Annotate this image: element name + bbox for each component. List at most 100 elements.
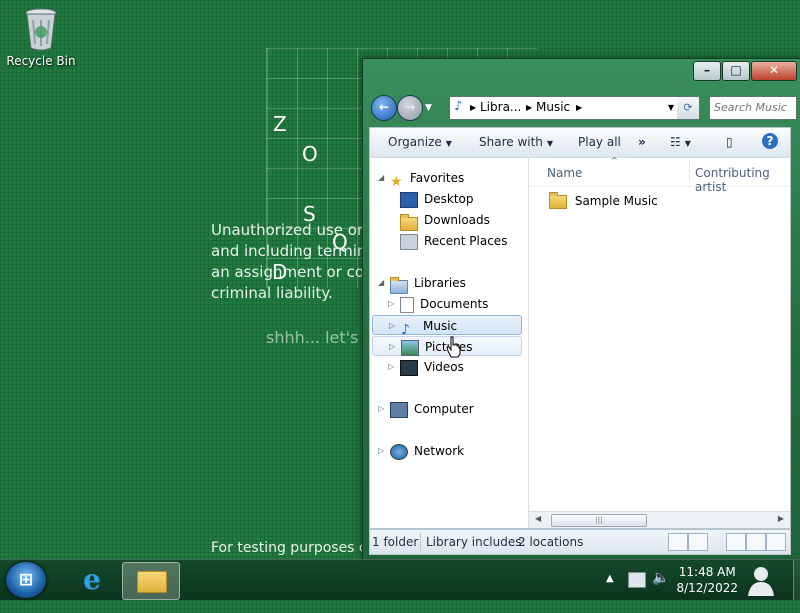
expand-triangle-icon[interactable]: ▷ (378, 441, 384, 461)
breadcrumb-arrow-icon[interactable]: ▶ (526, 103, 532, 112)
command-bar: Organize ▼ Share with ▼ Play all » ☷ ▼ ▯ ? (369, 127, 791, 158)
more-commands-button[interactable]: » (638, 135, 646, 149)
window-layout-button[interactable] (766, 533, 786, 551)
minimize-icon: – (704, 63, 710, 77)
breadcrumb-arrow-icon[interactable]: ▶ (576, 103, 582, 112)
details-view-button[interactable] (668, 533, 688, 551)
message-line: Unauthorized use or c (211, 221, 377, 239)
documents-icon (400, 296, 414, 313)
play-all-button[interactable]: Play all (578, 135, 621, 149)
horizontal-scrollbar[interactable]: ◀ ||| ▶ (529, 511, 790, 528)
videos-icon (400, 359, 418, 376)
nav-videos-label: Videos (424, 360, 464, 374)
expand-triangle-icon[interactable]: ▷ (378, 399, 384, 419)
nav-desktop-label: Desktop (424, 192, 474, 206)
desktop-icon (400, 191, 418, 208)
library-includes-label: Library includes: (426, 535, 526, 549)
nav-computer[interactable]: ▷ Computer (378, 399, 474, 419)
nav-favorites[interactable]: ◢ ★ Favorites (378, 168, 464, 190)
taskbar-windows-explorer[interactable] (122, 562, 180, 600)
organize-menu[interactable]: Organize ▼ (388, 135, 452, 149)
status-bar: 1 folder Library includes: 2 locations (369, 529, 791, 555)
downloads-folder-icon (400, 214, 418, 231)
hand-cursor-icon (446, 336, 462, 361)
clock-time: 11:48 AM (678, 565, 736, 579)
file-name: Sample Music (574, 194, 658, 208)
nav-network-label: Network (414, 444, 465, 458)
show-desktop-button[interactable] (793, 560, 800, 600)
collapse-triangle-icon[interactable]: ◢ (378, 168, 384, 188)
maximize-button[interactable]: □ (722, 61, 750, 81)
address-dropdown-icon[interactable]: ▼ (668, 103, 674, 112)
recent-pages-dropdown[interactable]: ▼ (425, 103, 432, 113)
preview-pane-button[interactable]: ▯ (726, 135, 733, 149)
wallpaper-whisper: shhh... let's n (266, 328, 374, 347)
expand-triangle-icon[interactable]: ▷ (389, 337, 395, 357)
breadcrumb-music[interactable]: Music (536, 100, 570, 114)
share-with-label: Share with (479, 135, 543, 149)
nav-documents[interactable]: ▷ Documents (388, 294, 488, 314)
minimize-button[interactable]: – (693, 61, 721, 81)
list-item[interactable]: Sample Music (549, 191, 658, 210)
refresh-button[interactable]: ⟳ (677, 96, 700, 120)
recycle-bin-label: Recycle Bin (6, 54, 76, 68)
nav-music-label: Music (423, 319, 458, 333)
windows-logo-icon: ⊞ (18, 570, 34, 590)
chevron-down-icon: ▼ (684, 139, 691, 148)
close-icon: ✕ (768, 63, 780, 77)
user-avatar-icon[interactable] (744, 564, 778, 596)
scrollbar-thumb[interactable]: ||| (551, 514, 647, 527)
scroll-left-icon[interactable]: ◀ (535, 514, 541, 523)
share-with-menu[interactable]: Share with ▼ (479, 135, 553, 149)
nav-desktop[interactable]: Desktop (400, 189, 474, 209)
nav-music[interactable]: ▷ ♪ Music (372, 315, 522, 338)
network-tray-icon[interactable] (628, 572, 646, 588)
clock[interactable]: 11:48 AM 8/12/2022 (676, 564, 738, 596)
window-layout-button[interactable] (746, 533, 766, 551)
back-button[interactable]: ← (371, 95, 397, 121)
organize-label: Organize (388, 135, 442, 149)
nav-libraries[interactable]: ◢ Libraries (378, 273, 466, 294)
change-view-button[interactable]: ☷ ▼ (670, 135, 691, 149)
view-list-icon: ☷ (670, 135, 681, 149)
window-layout-button[interactable] (726, 533, 746, 551)
breadcrumb-arrow-icon[interactable]: ▶ (470, 103, 476, 112)
expand-triangle-icon[interactable]: ▷ (388, 294, 394, 314)
close-button[interactable]: ✕ (751, 61, 797, 81)
volume-muted-icon[interactable]: 🔈 (652, 570, 669, 610)
forward-button[interactable]: → (397, 95, 423, 121)
help-button[interactable]: ? (762, 133, 778, 149)
expand-triangle-icon[interactable]: ▷ (389, 316, 395, 336)
nav-network[interactable]: ▷ Network (378, 441, 465, 461)
breadcrumb-libraries[interactable]: Libra... (480, 100, 521, 114)
column-divider (689, 160, 690, 182)
libraries-icon (390, 277, 408, 294)
recycle-bin-shortcut[interactable]: Recycle Bin (6, 6, 76, 68)
nav-recent-places-label: Recent Places (424, 234, 508, 248)
nav-downloads-label: Downloads (424, 213, 490, 227)
column-name[interactable]: Name (547, 166, 582, 180)
nav-libraries-label: Libraries (414, 276, 466, 290)
address-bar[interactable]: ♪ ▶ Libra... ▶ Music ▶ ▼ (449, 96, 679, 120)
column-contributing-artists[interactable]: Contributing artist (695, 166, 790, 194)
expand-triangle-icon[interactable]: ▷ (388, 357, 394, 377)
refresh-icon: ⟳ (683, 101, 693, 114)
large-icons-view-button[interactable] (688, 533, 708, 551)
taskbar-internet-explorer[interactable]: e (62, 562, 118, 598)
pictures-icon (401, 339, 419, 356)
clock-date: 8/12/2022 (676, 581, 738, 595)
search-input[interactable] (710, 97, 796, 117)
internet-explorer-icon: e (83, 563, 101, 596)
recent-places-icon (400, 233, 418, 250)
collapse-triangle-icon[interactable]: ◢ (378, 273, 384, 293)
preview-pane-icon: ▯ (726, 135, 733, 149)
search-box[interactable] (709, 96, 797, 120)
scroll-right-icon[interactable]: ▶ (778, 514, 784, 523)
start-button[interactable]: ⊞ (6, 562, 46, 598)
nav-recent-places[interactable]: Recent Places (400, 231, 507, 251)
nav-downloads[interactable]: Downloads (400, 210, 490, 231)
item-count: 1 folder (372, 535, 419, 549)
show-hidden-icons-button[interactable]: ▲ (606, 573, 614, 613)
file-list-pane: Name ^ Contributing artist Sample Music … (529, 156, 790, 528)
library-locations-link[interactable]: 2 locations (518, 535, 583, 549)
